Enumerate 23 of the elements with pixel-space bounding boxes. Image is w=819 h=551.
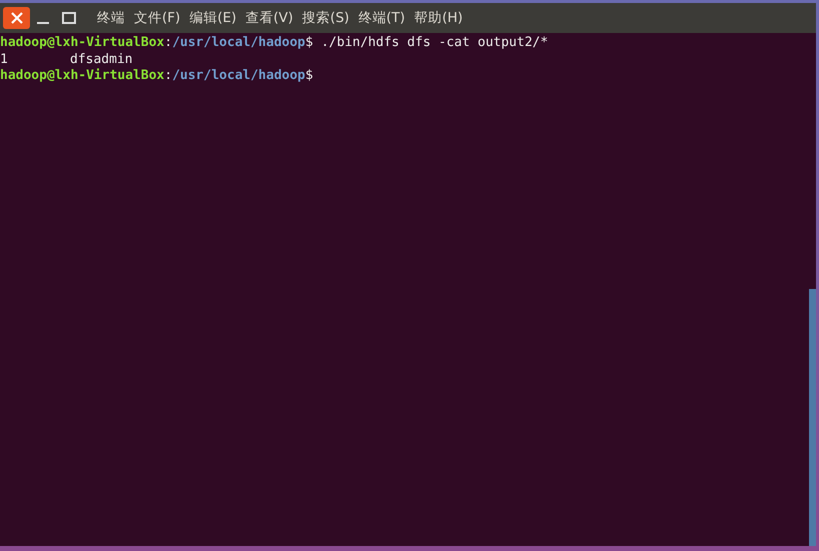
output-text: dfsadmin <box>70 52 134 68</box>
prompt-path: /usr/local/hadoop <box>172 35 306 50</box>
prompt-symbol: $ <box>305 68 314 83</box>
menu-item[interactable]: 帮助(H) <box>414 9 463 27</box>
maximize-icon <box>62 11 76 25</box>
prompt-separator: : <box>164 68 172 83</box>
prompt-path: /usr/local/hadoop <box>172 68 306 83</box>
prompt-separator: : <box>164 35 172 50</box>
minimize-icon <box>37 22 49 24</box>
prompt-symbol: $ <box>305 35 314 50</box>
menu-item[interactable]: 终端(T) <box>358 9 406 27</box>
prompt-user: hadoop@lxh-VirtualBox <box>0 68 164 83</box>
prompt-user: hadoop@lxh-VirtualBox <box>0 35 164 50</box>
close-icon <box>10 11 24 25</box>
menu-item[interactable]: 终端 <box>97 9 125 27</box>
output-text: 1 <box>0 52 9 68</box>
menu-item[interactable]: 文件(F) <box>134 9 180 27</box>
scrollbar[interactable] <box>809 289 816 546</box>
close-button[interactable] <box>3 7 30 29</box>
menu-item[interactable]: 搜索(S) <box>302 9 350 27</box>
menu-item[interactable]: 编辑(E) <box>189 9 236 27</box>
command-text: ./bin/hdfs dfs -cat output2/* <box>321 35 548 50</box>
menu-item[interactable]: 查看(V) <box>245 9 294 27</box>
